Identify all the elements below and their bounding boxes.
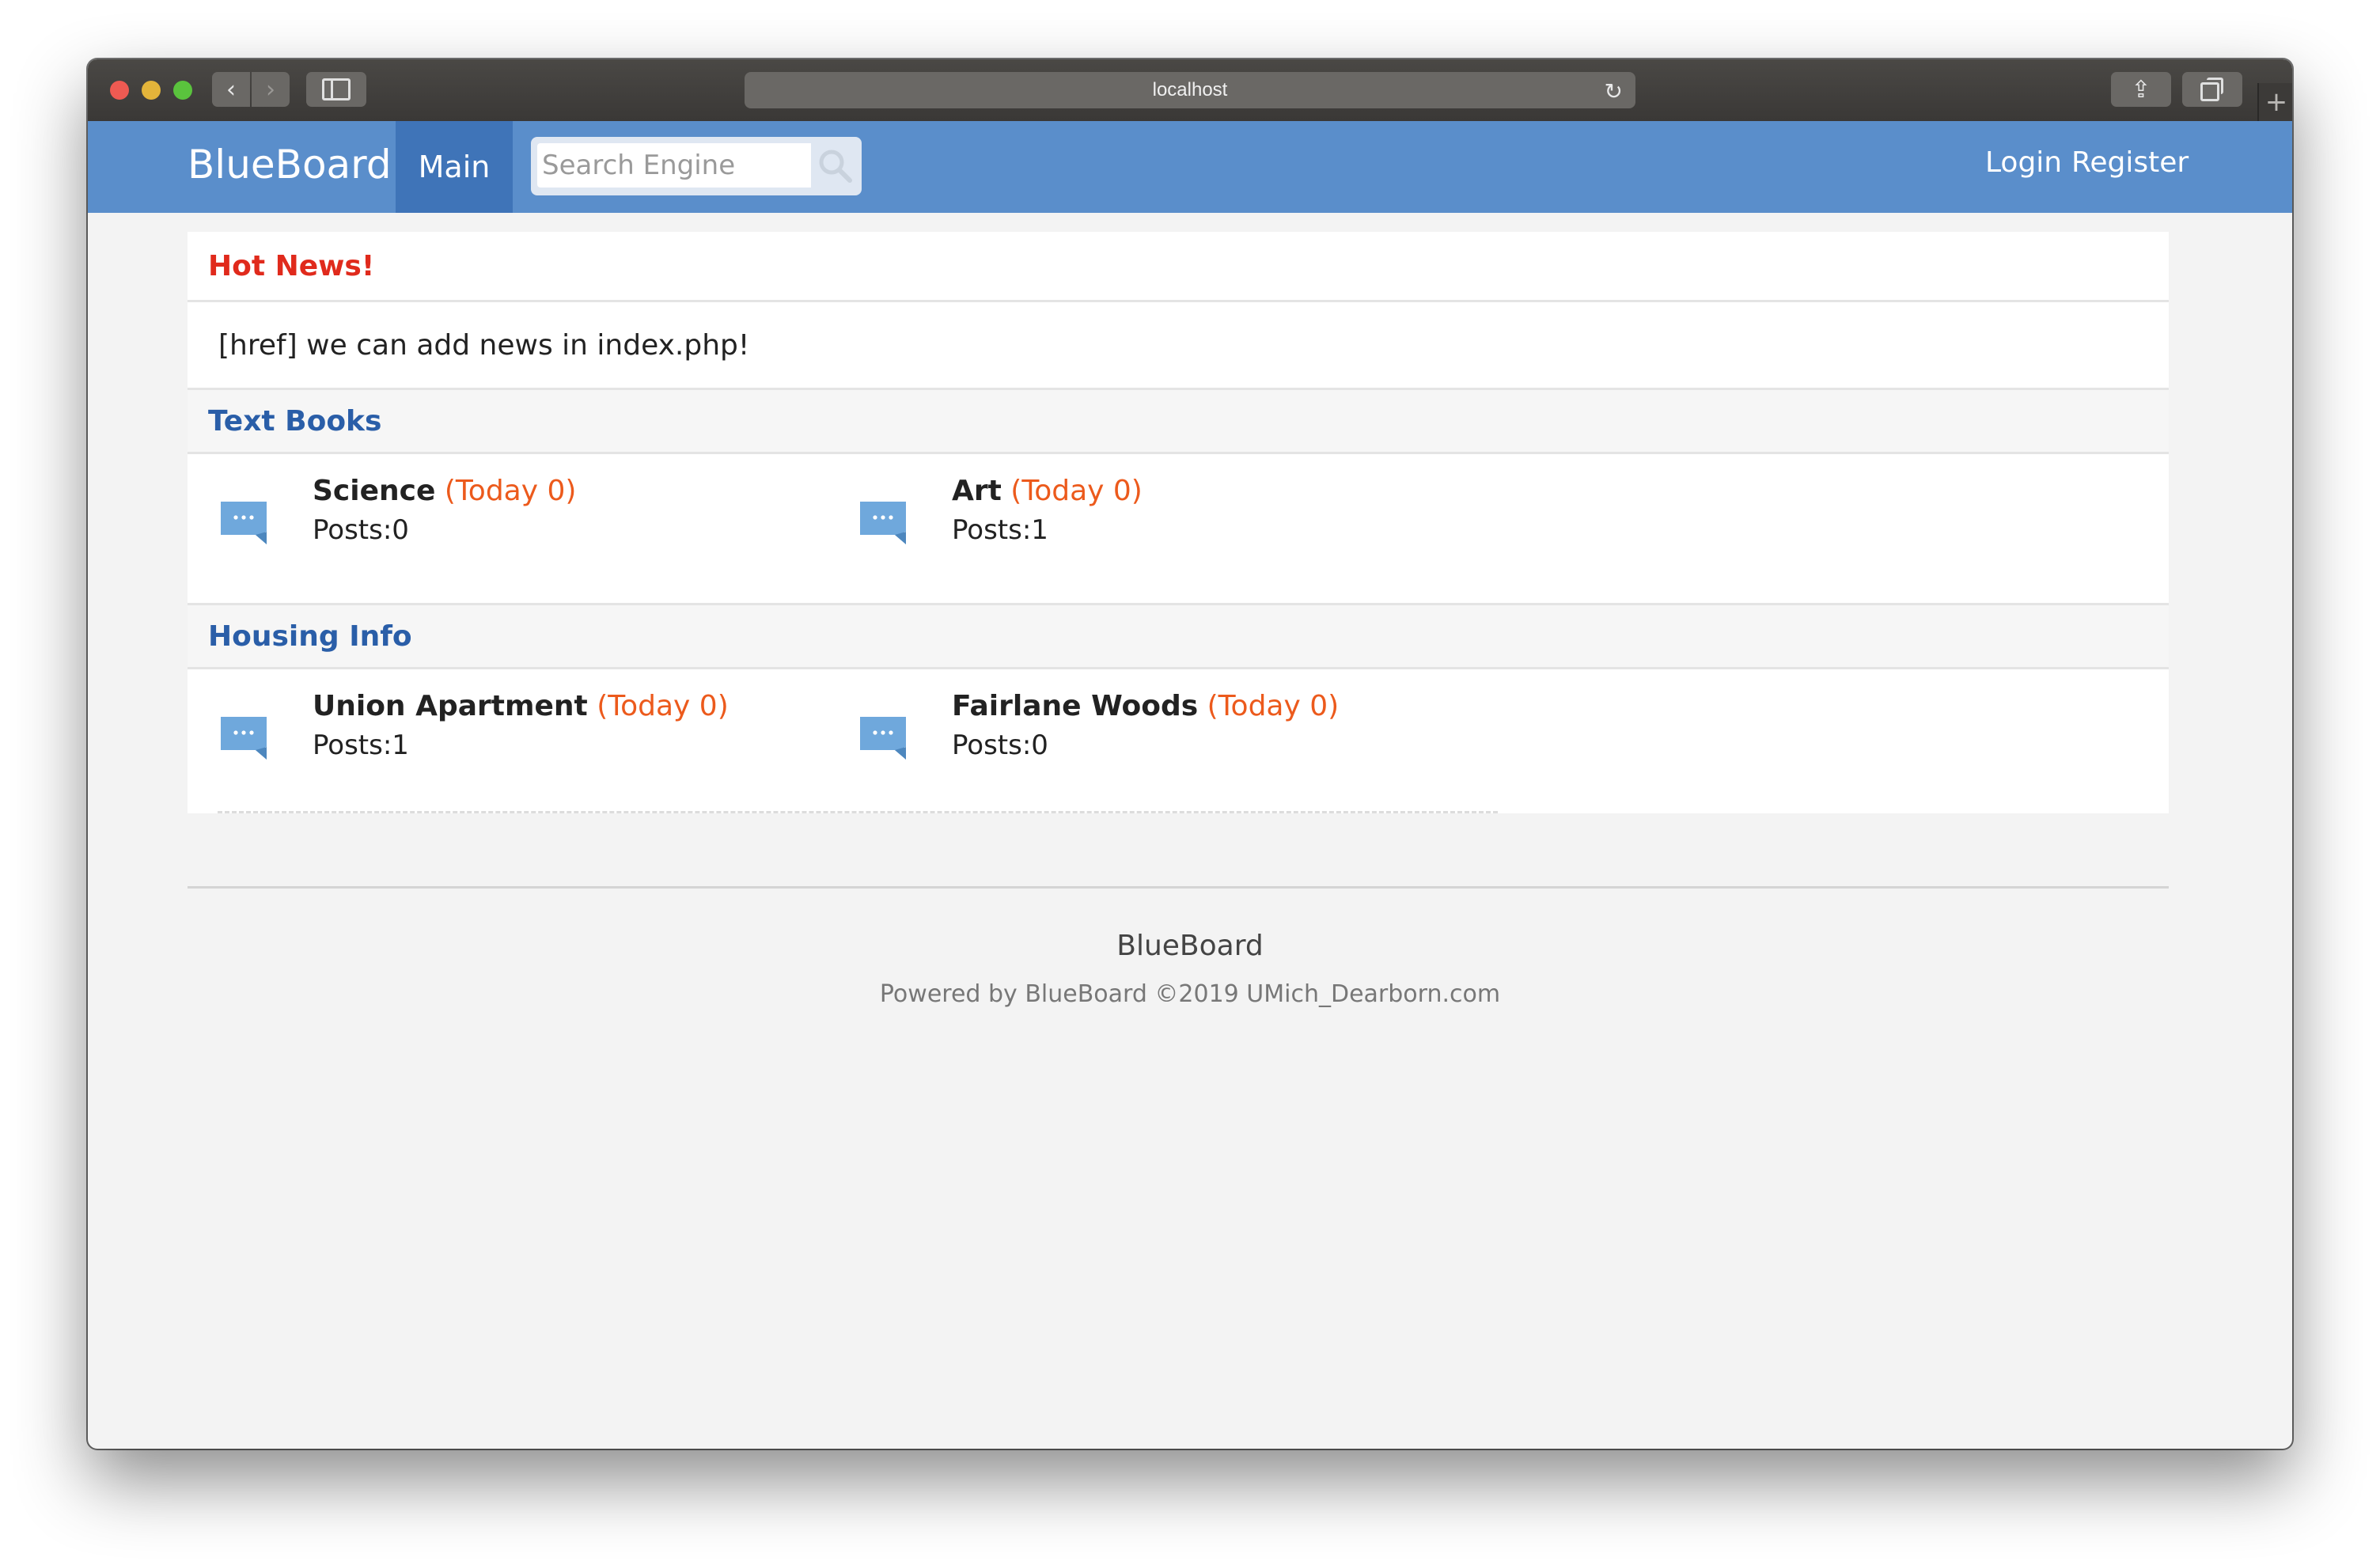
show-tabs-button[interactable]	[2182, 72, 2242, 107]
forum-name-line: Union Apartment (Today 0)	[313, 690, 729, 722]
chevron-left-icon: ‹	[226, 75, 236, 104]
forum-today-count: (Today 0)	[1207, 690, 1340, 722]
sidebar-toggle-button[interactable]	[306, 72, 366, 107]
category-heading-text-books[interactable]: Text Books	[188, 390, 2169, 454]
board-panel: Hot News! [href] we can add news in inde…	[188, 232, 2169, 813]
chat-bubble-icon	[860, 717, 906, 760]
forum-name-line: Art (Today 0)	[952, 475, 1143, 507]
close-window-button[interactable]	[110, 81, 129, 100]
share-button[interactable]: ⇪	[2111, 72, 2171, 107]
nav-main-tab[interactable]: Main	[396, 121, 513, 213]
forum-title[interactable]: Fairlane Woods	[952, 690, 1198, 722]
footer-divider	[188, 886, 2169, 889]
site-navbar: BlueBoard Main Login Register	[88, 121, 2292, 213]
address-bar[interactable]: localhost ↻	[745, 72, 1635, 108]
minimize-window-button[interactable]	[142, 81, 161, 100]
main-content: Hot News! [href] we can add news in inde…	[188, 232, 2169, 813]
chat-bubble-icon	[221, 717, 267, 760]
forum-posts-count: Posts:0	[313, 514, 409, 546]
footer-powered-by: Powered by BlueBoard ©2019 UMich_Dearbor…	[879, 980, 1501, 1008]
plus-icon: +	[2264, 86, 2288, 118]
tabs-icon	[2200, 78, 2223, 101]
forum-name-line: Science (Today 0)	[313, 475, 576, 507]
browser-window: ‹ › localhost ↻ ⇪ + BlueBoard Main Searc…	[88, 59, 2292, 1449]
forum-posts-count: Posts:1	[313, 729, 409, 761]
search-input[interactable]	[537, 143, 811, 188]
new-tab-button[interactable]: +	[2257, 83, 2292, 121]
forum-title[interactable]: Science	[313, 475, 435, 507]
forum-posts-count: Posts:1	[952, 514, 1048, 546]
search-form	[531, 137, 862, 195]
chat-bubble-icon	[221, 502, 267, 544]
hot-news-item[interactable]: [href] we can add news in index.php!	[188, 302, 2169, 390]
share-icon: ⇪	[2131, 75, 2151, 104]
zoom-window-button[interactable]	[173, 81, 192, 100]
forum-name-line: Fairlane Woods (Today 0)	[952, 690, 1339, 722]
forum-today-count: (Today 0)	[597, 690, 729, 722]
footer-title: BlueBoard	[1116, 930, 1264, 962]
hot-news-heading: Hot News!	[188, 232, 2169, 302]
forum-row: Union Apartment (Today 0) Posts:1 Fairla…	[188, 669, 2169, 813]
reload-icon[interactable]: ↻	[1605, 78, 1623, 104]
forum-title[interactable]: Art	[952, 475, 1002, 507]
back-button[interactable]: ‹	[212, 72, 250, 107]
forward-button[interactable]: ›	[252, 72, 290, 107]
url-text: localhost	[1152, 79, 1228, 100]
forum-posts-count: Posts:0	[952, 729, 1048, 761]
category-heading-housing-info[interactable]: Housing Info	[188, 605, 2169, 669]
forum-today-count: (Today 0)	[444, 475, 577, 507]
search-icon[interactable]	[816, 146, 854, 184]
register-link[interactable]: Register	[2071, 146, 2189, 179]
browser-titlebar: ‹ › localhost ↻ ⇪ +	[88, 59, 2292, 123]
forum-title[interactable]: Union Apartment	[313, 690, 588, 722]
dashed-divider	[218, 811, 1498, 813]
brand-logo[interactable]: BlueBoard	[188, 142, 392, 188]
chat-bubble-icon	[860, 502, 906, 544]
login-link[interactable]: Login	[1985, 146, 2062, 179]
forum-row: Science (Today 0) Posts:0 Art (Today 0) …	[188, 454, 2169, 605]
sidebar-icon	[322, 78, 351, 100]
chevron-right-icon: ›	[266, 75, 275, 104]
forum-today-count: (Today 0)	[1010, 475, 1143, 507]
